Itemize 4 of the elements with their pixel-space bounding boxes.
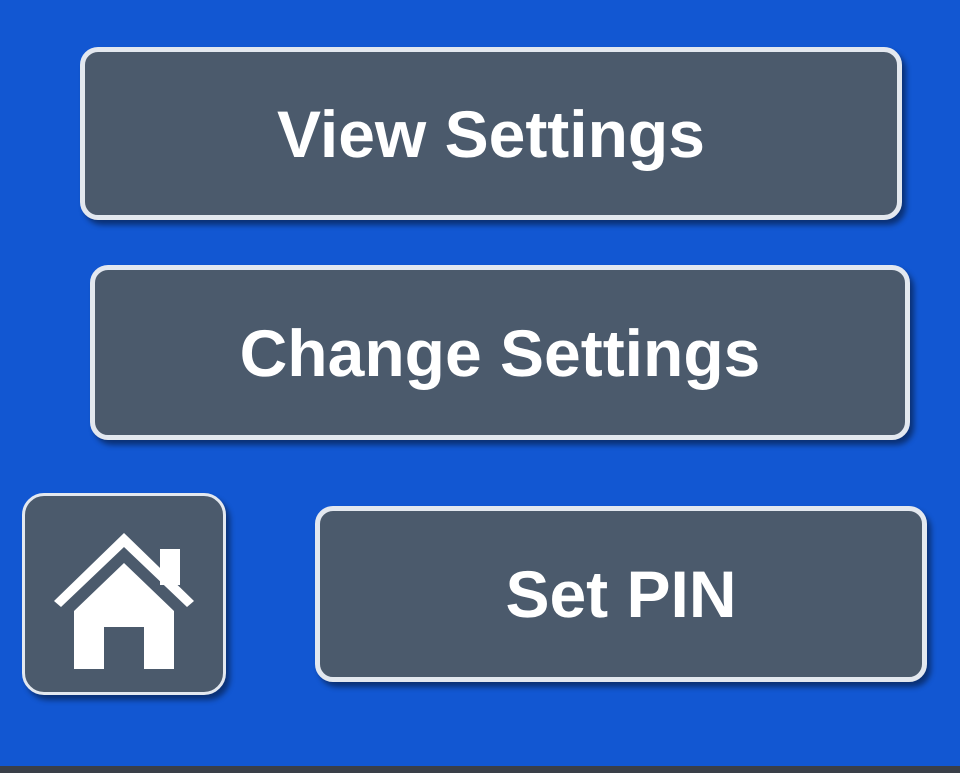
menu-button[interactable]: View Settings <box>80 47 902 220</box>
home-button[interactable] <box>22 493 226 695</box>
menu-button[interactable]: Change Settings <box>90 265 910 440</box>
set-pin-button[interactable]: Set PIN <box>315 506 927 682</box>
